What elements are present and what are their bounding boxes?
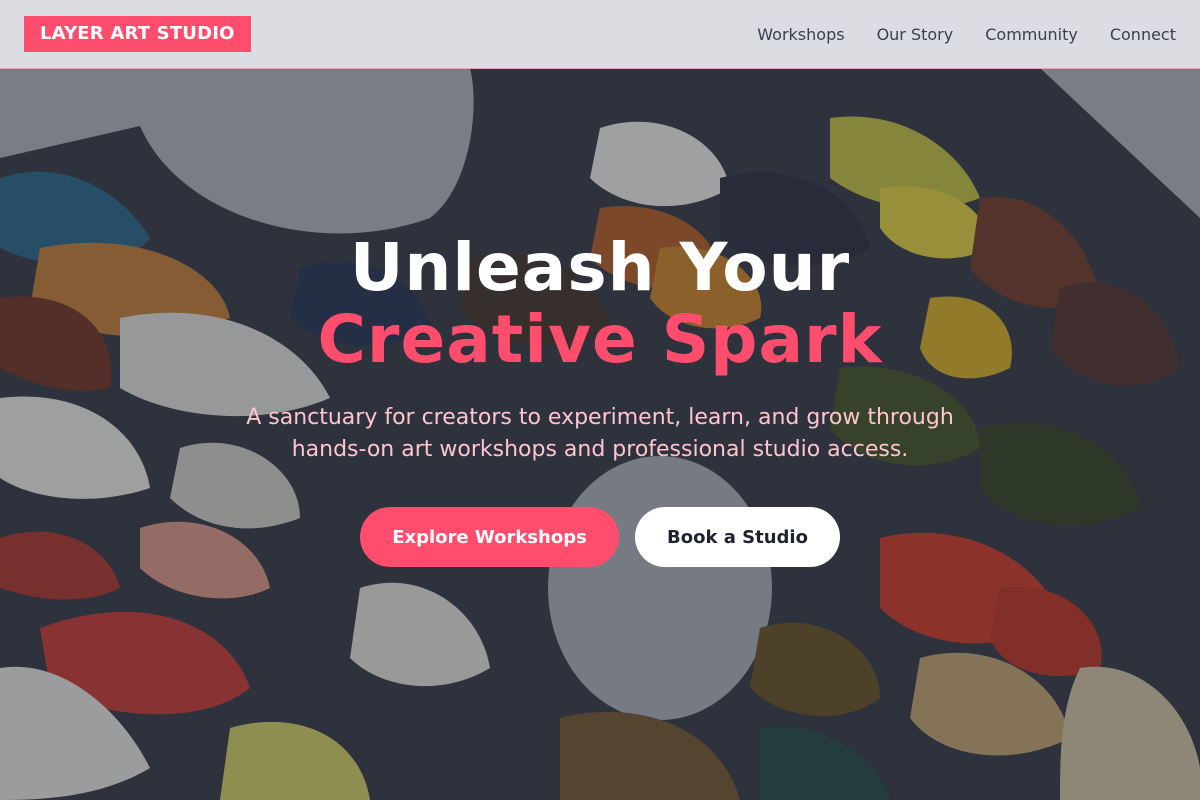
nav-item-workshops[interactable]: Workshops: [757, 25, 844, 44]
subtitle-line-2: hands-on art workshops and professional …: [291, 437, 909, 462]
brand-logo[interactable]: LAYER ART STUDIO: [24, 16, 251, 52]
nav-item-our-story[interactable]: Our Story: [877, 25, 954, 44]
headline-line-2: Creative Spark: [317, 301, 883, 378]
hero-subtitle: A sanctuary for creators to experiment, …: [0, 402, 1200, 466]
explore-workshops-button[interactable]: Explore Workshops: [360, 507, 619, 567]
hero-headline: Unleash Your Creative Spark: [0, 232, 1200, 376]
site-header: LAYER ART STUDIO Workshops Our Story Com…: [0, 0, 1200, 69]
subtitle-line-1: A sanctuary for creators to experiment, …: [246, 405, 954, 430]
hero-content: Unleash Your Creative Spark A sanctuary …: [0, 232, 1200, 567]
headline-line-1: Unleash Your: [349, 229, 851, 306]
cta-row: Explore Workshops Book a Studio: [0, 507, 1200, 567]
nav-item-connect[interactable]: Connect: [1110, 25, 1176, 44]
book-studio-button[interactable]: Book a Studio: [635, 507, 840, 567]
main-nav: Workshops Our Story Community Connect: [757, 25, 1176, 44]
nav-item-community[interactable]: Community: [985, 25, 1078, 44]
